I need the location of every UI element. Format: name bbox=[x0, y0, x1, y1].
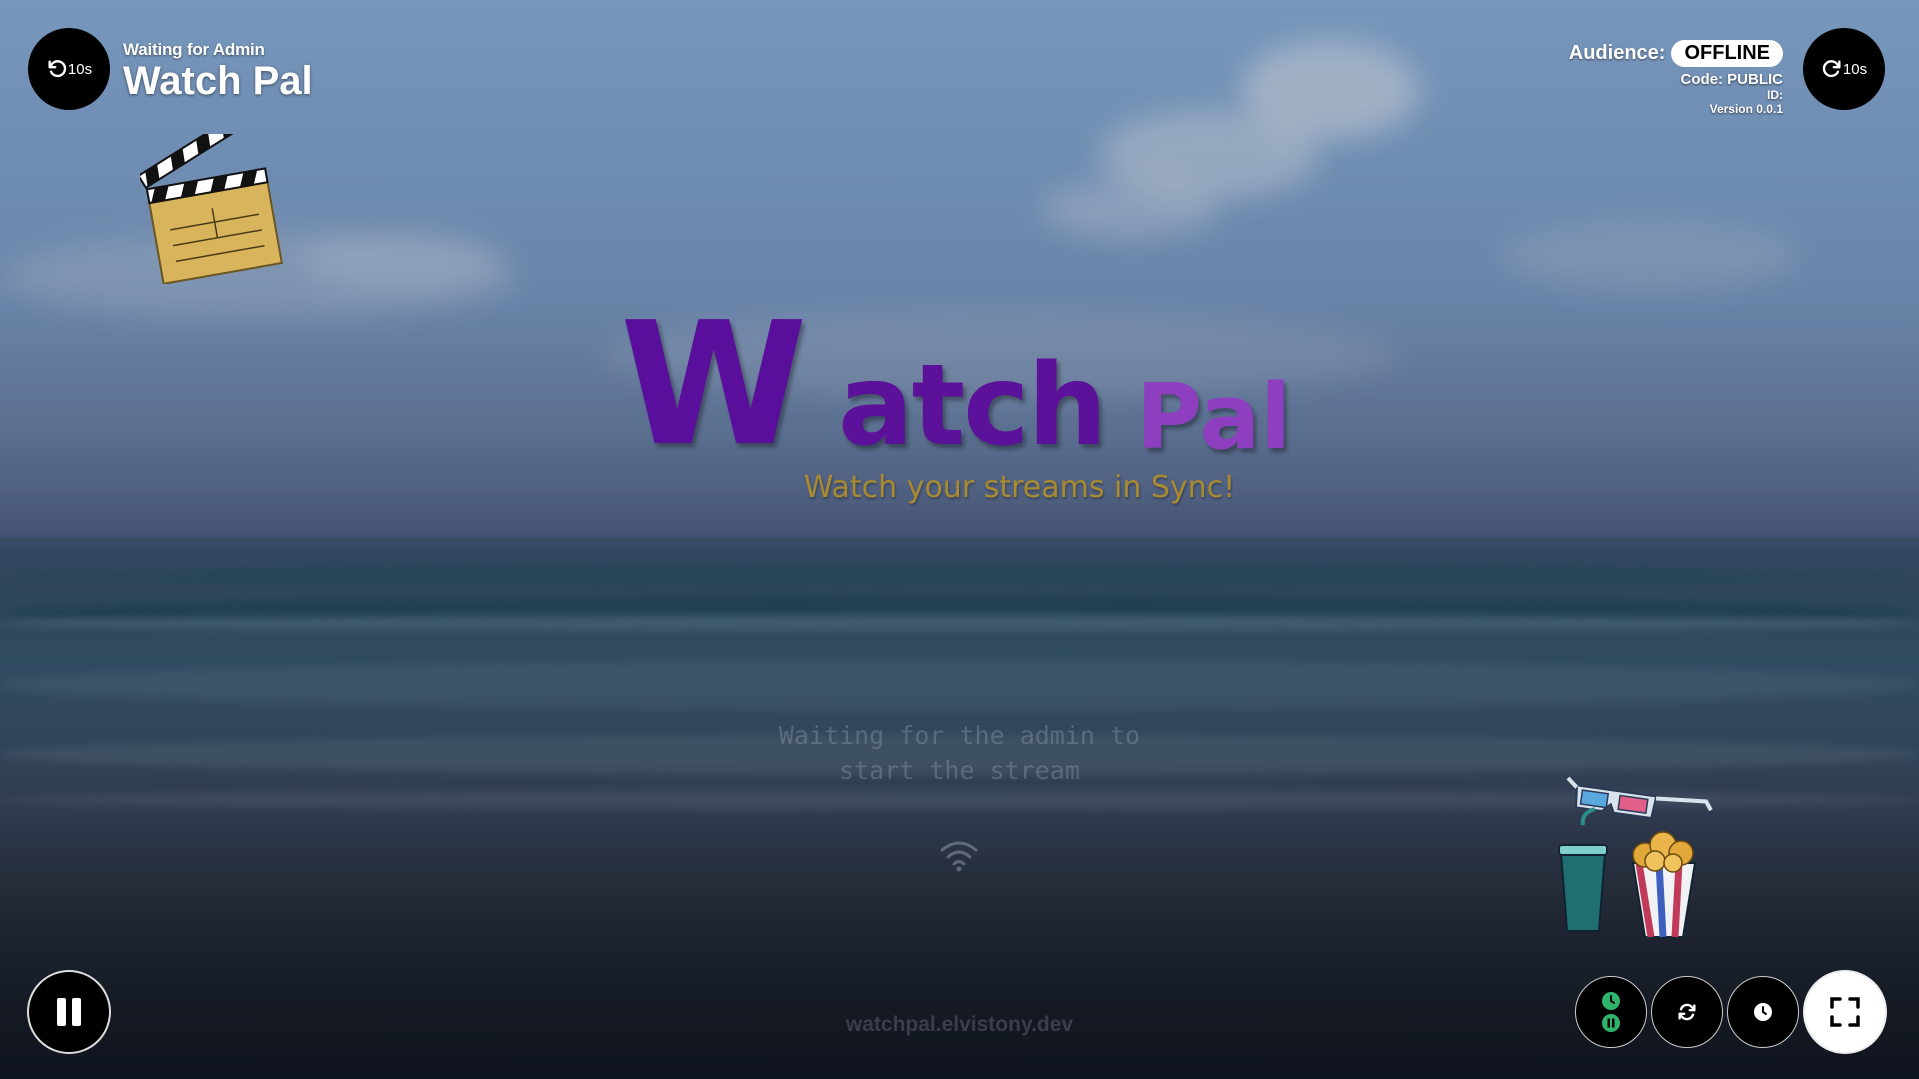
clock-icon bbox=[1754, 1003, 1772, 1021]
page-title: Watch Pal bbox=[123, 59, 313, 103]
audience-row: Audience: OFFLINE bbox=[1569, 40, 1783, 67]
player-stage: 10s Waiting for Admin Watch Pal Audience… bbox=[0, 0, 1919, 1079]
clock-pause-status-icon bbox=[1602, 992, 1620, 1032]
title-block: Waiting for Admin Watch Pal bbox=[123, 40, 313, 104]
pause-button[interactable] bbox=[27, 970, 111, 1054]
seek-forward-label: 10s bbox=[1842, 60, 1868, 78]
clock-button[interactable] bbox=[1727, 976, 1799, 1048]
seek-forward-button[interactable]: 10s bbox=[1803, 28, 1885, 110]
room-id: ID: bbox=[1767, 88, 1783, 102]
info-block: Audience: OFFLINE Code: PUBLIC ID: Versi… bbox=[1569, 40, 1783, 116]
logo-letter-w: W bbox=[620, 286, 807, 484]
version-text: Version 0.0.1 bbox=[1709, 102, 1783, 116]
refresh-icon bbox=[1678, 1003, 1696, 1021]
audience-label: Audience: bbox=[1568, 42, 1666, 64]
seek-back-button[interactable]: 10s bbox=[28, 28, 110, 110]
fullscreen-icon bbox=[1830, 997, 1860, 1027]
rotate-ccw-icon bbox=[48, 60, 67, 78]
status-text: Waiting for Admin bbox=[123, 40, 265, 59]
seek-back-label: 10s bbox=[67, 60, 93, 78]
fullscreen-button[interactable] bbox=[1803, 970, 1887, 1054]
waiting-line-1: Waiting for the admin to bbox=[778, 721, 1141, 750]
clapperboard-icon bbox=[140, 134, 283, 284]
room-code: Code: PUBLIC bbox=[1680, 71, 1784, 88]
status-badge: OFFLINE bbox=[1671, 40, 1783, 67]
sync-button[interactable] bbox=[1651, 976, 1723, 1048]
sync-status-button[interactable] bbox=[1575, 976, 1647, 1048]
wifi-icon bbox=[940, 841, 978, 872]
logo-text-atch: atch bbox=[838, 341, 1107, 471]
tagline: Watch your streams in Sync! bbox=[803, 470, 1236, 505]
logo-text-pal: Pal bbox=[1136, 365, 1292, 470]
popcorn-drink-3d-glasses-icon bbox=[1558, 776, 1713, 938]
pause-icon bbox=[57, 998, 81, 1026]
rotate-cw-icon bbox=[1822, 60, 1841, 78]
